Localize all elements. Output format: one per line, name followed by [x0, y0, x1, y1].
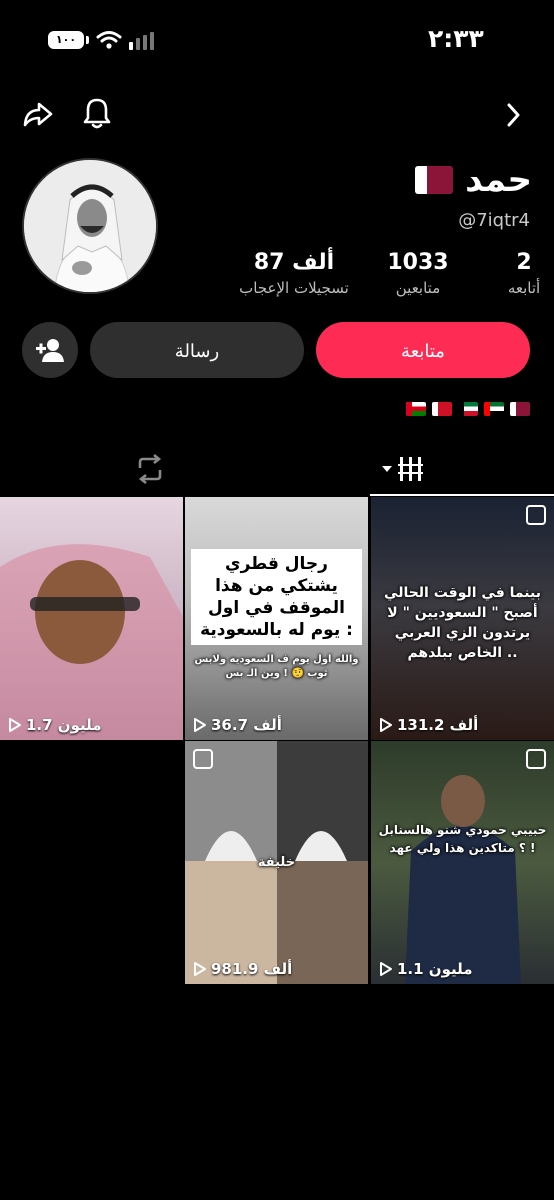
battery-tip — [86, 36, 89, 44]
tab-videos-grid[interactable] — [380, 454, 428, 484]
oman-flag-icon — [406, 402, 426, 416]
kuwait-flag-icon — [458, 402, 478, 416]
video-subcaption: والله اول يوم ف السعوديه ولابس ثوب 🤨 ! و… — [194, 654, 359, 679]
likes-count: 87 ألف — [253, 250, 335, 275]
bio-flags — [406, 402, 530, 416]
followers-count: 1033 — [387, 250, 449, 275]
view-count: 981.9 ألف — [193, 960, 292, 978]
avatar[interactable] — [22, 158, 158, 294]
view-count: 36.7 ألف — [193, 716, 282, 734]
view-count: 1.1 مليون — [379, 960, 473, 978]
video-overlay-text: بينما في الوقت الحالي أصبح " السعوديين "… — [384, 585, 541, 661]
play-icon — [194, 718, 206, 732]
video-tile[interactable]: 1.7 مليون — [0, 497, 183, 740]
video-thumbnail — [0, 544, 183, 740]
video-overlay-text: خليفة — [257, 855, 296, 870]
video-tile[interactable]: خليفة 981.9 ألف — [185, 741, 368, 984]
video-thumbnail — [405, 775, 521, 984]
cellular-signal-icon — [129, 32, 154, 50]
video-tile[interactable]: بينما في الوقت الحالي أصبح " السعوديين "… — [371, 497, 554, 740]
status-time: ٢:٣٣ — [428, 24, 484, 53]
qatar-flag-icon — [415, 166, 454, 194]
chevron-right-icon[interactable] — [502, 100, 524, 130]
play-icon — [194, 962, 206, 976]
bell-icon[interactable] — [82, 96, 112, 130]
stat-likes[interactable]: 87 ألف تسجيلات الإعجاب — [232, 250, 356, 297]
view-count-label: 1.7 مليون — [26, 716, 102, 734]
following-count: 2 — [516, 250, 532, 275]
active-tab-indicator — [370, 494, 554, 496]
uae-flag-icon — [484, 402, 504, 416]
view-count-label: 36.7 ألف — [211, 716, 282, 734]
select-checkbox[interactable] — [526, 749, 546, 769]
stat-followers[interactable]: 1033 متابعين — [376, 250, 460, 297]
profile-name-row: حمد — [415, 160, 532, 200]
avatar-image — [24, 160, 156, 292]
select-checkbox[interactable] — [193, 749, 213, 769]
add-person-icon — [36, 339, 64, 362]
profile-name: حمد — [465, 160, 532, 200]
view-count-label: 981.9 ألف — [211, 960, 293, 978]
message-button[interactable]: رسالة — [90, 322, 304, 378]
share-icon[interactable] — [22, 98, 54, 130]
view-count-label: 1.1 مليون — [397, 960, 473, 978]
select-checkbox[interactable] — [526, 505, 546, 525]
video-caption: رجال قطري يشتكي من هذا الموقف في اول يوم… — [191, 549, 362, 645]
following-label: أتابعه — [507, 279, 541, 297]
play-icon — [9, 718, 21, 732]
view-count: 1.7 مليون — [8, 716, 102, 734]
view-count-label: 131.2 ألف — [397, 716, 479, 734]
add-friend-button[interactable] — [22, 322, 78, 378]
video-tile[interactable]: رجال قطري يشتكي من هذا الموقف في اول يوم… — [185, 497, 368, 740]
qatar-flag-icon — [510, 402, 530, 416]
play-icon — [380, 718, 392, 732]
video-overlay-text: حبيبي حمودي شنو هالسنابل ؟ متاكدين هذا و… — [378, 823, 547, 855]
view-count: 131.2 ألف — [379, 716, 478, 734]
followers-label: متابعين — [395, 279, 441, 297]
bahrain-flag-icon — [432, 402, 452, 416]
play-icon — [380, 962, 392, 976]
follow-button[interactable]: متابعة — [316, 322, 530, 378]
likes-label: تسجيلات الإعجاب — [239, 279, 349, 297]
profile-handle: @7iqtr4 — [458, 210, 530, 231]
stat-following[interactable]: 2 أتابعه — [496, 250, 552, 297]
battery-icon: ١٠٠ — [48, 31, 84, 49]
wifi-icon — [96, 31, 122, 49]
tab-reposts[interactable] — [134, 454, 166, 484]
video-tile[interactable]: حبيبي حمودي شنو هالسنابل ؟ متاكدين هذا و… — [371, 741, 554, 984]
